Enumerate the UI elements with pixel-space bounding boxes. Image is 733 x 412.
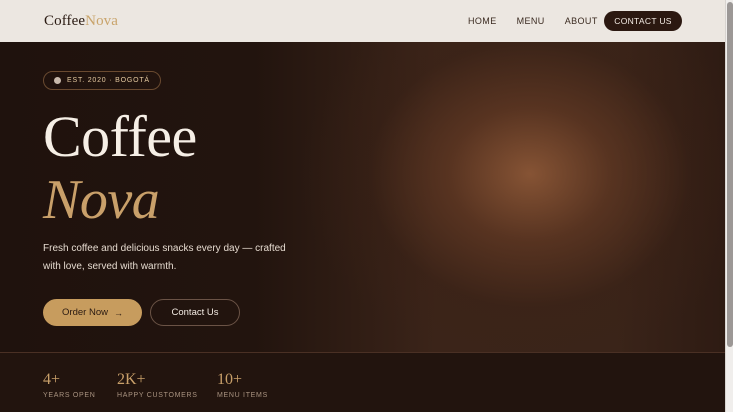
stat-menu-items: 10+ MENU ITEMS [217, 371, 268, 399]
main-nav: HOME MENU ABOUT [468, 0, 618, 42]
nav-home[interactable]: HOME [468, 16, 497, 26]
stat-customers: 2K+ HAPPY CUSTOMERS [117, 371, 198, 399]
stat-label: YEARS OPEN [43, 392, 96, 399]
contact-us-button[interactable]: Contact Us [150, 299, 240, 326]
hero-section: EST. 2020 · BOGOTÁ Coffee Nova Fresh cof… [0, 42, 725, 352]
site-header: CoffeeNova HOME MENU ABOUT CONTACT US [0, 0, 725, 42]
coffee-cup-icon [54, 77, 61, 84]
nav-menu[interactable]: MENU [517, 16, 545, 26]
logo-word-nova: Nova [85, 12, 119, 29]
stats-strip: 4+ YEARS OPEN 2K+ HAPPY CUSTOMERS 10+ ME… [0, 352, 725, 412]
page-scrollbar[interactable] [725, 0, 733, 412]
brand-logo[interactable]: CoffeeNova [44, 13, 118, 30]
nav-contact-button[interactable]: CONTACT US [604, 11, 682, 31]
stat-value: 4+ [43, 371, 61, 388]
scrollbar-thumb[interactable] [727, 2, 733, 347]
order-now-label: Order Now [62, 307, 108, 318]
stat-value: 2K+ [117, 371, 146, 388]
order-now-button[interactable]: Order Now → [43, 299, 142, 326]
logo-word-coffee: Coffee [44, 12, 86, 29]
nav-about[interactable]: ABOUT [565, 16, 598, 26]
stat-label: MENU ITEMS [217, 392, 268, 399]
hero-title-line1: Coffee [43, 104, 197, 169]
arrow-right-icon: → [113, 307, 123, 318]
established-badge: EST. 2020 · BOGOTÁ [43, 71, 161, 90]
stat-years: 4+ YEARS OPEN [43, 371, 96, 399]
stat-value: 10+ [217, 371, 243, 388]
stat-label: HAPPY CUSTOMERS [117, 392, 198, 399]
hero-description: Fresh coffee and delicious snacks every … [43, 243, 286, 272]
hero-title-line2: Nova [43, 169, 160, 231]
badge-text: EST. 2020 · BOGOTÁ [67, 77, 150, 84]
